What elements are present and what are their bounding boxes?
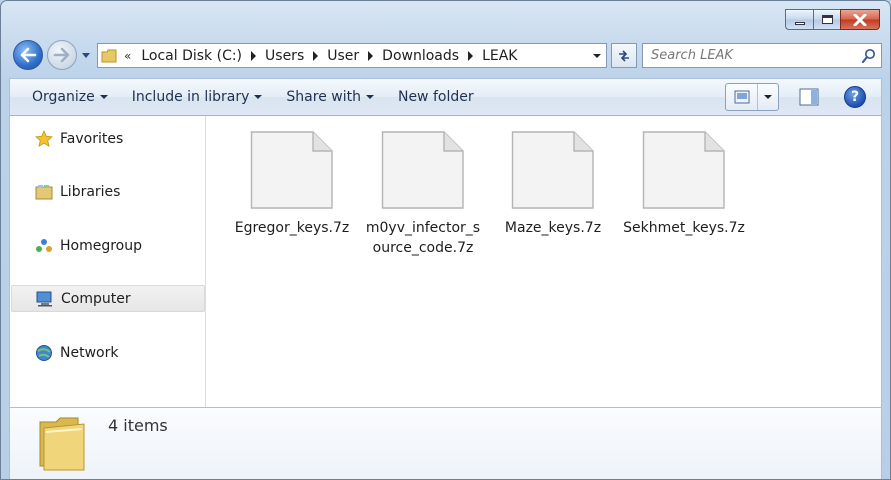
- new-folder-label: New folder: [397, 89, 474, 105]
- explorer-window: « Local Disk (C:) Users User Downloads L…: [0, 0, 891, 480]
- folder-icon: [98, 44, 120, 67]
- organize-label: Organize: [32, 89, 95, 105]
- breadcrumb-separator-icon[interactable]: [251, 50, 257, 61]
- breadcrumb-user[interactable]: User: [323, 48, 364, 64]
- preview-pane-button[interactable]: [798, 86, 820, 108]
- back-button[interactable]: [13, 40, 43, 70]
- view-icon[interactable]: [726, 84, 758, 110]
- nav-item-network[interactable]: Network: [11, 339, 205, 366]
- details-pane: 4 items: [9, 407, 882, 479]
- breadcrumb-separator-icon[interactable]: [368, 50, 374, 61]
- star-icon: [34, 129, 54, 149]
- breadcrumb-separator-icon[interactable]: [468, 50, 474, 61]
- file-name: Sekhmet_keys.7z: [623, 220, 745, 236]
- preview-pane-icon: [799, 88, 819, 106]
- forward-button[interactable]: [47, 40, 77, 70]
- chevron-down-icon: [254, 95, 263, 99]
- organize-menu[interactable]: Organize: [21, 83, 119, 111]
- nav-label-favorites: Favorites: [60, 130, 124, 147]
- breadcrumb-leak[interactable]: LEAK: [478, 48, 522, 64]
- command-bar: Organize Include in library Share with N…: [9, 78, 882, 116]
- libraries-icon: [34, 182, 54, 202]
- breadcrumb-overflow[interactable]: «: [120, 49, 137, 63]
- computer-icon: [35, 289, 55, 309]
- nav-item-favorites[interactable]: Favorites: [11, 125, 205, 152]
- refresh-icon: [619, 49, 629, 62]
- search-box[interactable]: [642, 43, 882, 68]
- file-list: Egregor_keys.7z m0yv_infector_source_cod…: [206, 116, 882, 407]
- chevron-down-icon: [593, 53, 601, 58]
- nav-label-network: Network: [60, 344, 119, 361]
- navigation-bar: « Local Disk (C:) Users User Downloads L…: [11, 39, 882, 71]
- include-in-library-menu[interactable]: Include in library: [121, 83, 274, 111]
- homegroup-icon: [34, 236, 54, 256]
- folder-icon: [39, 417, 85, 471]
- address-bar[interactable]: « Local Disk (C:) Users User Downloads L…: [97, 43, 607, 68]
- share-with-label: Share with: [286, 89, 361, 105]
- forward-arrow-icon: [53, 47, 70, 63]
- search-input[interactable]: [643, 45, 857, 66]
- recent-pages-button[interactable]: [81, 49, 91, 61]
- minimize-icon: [794, 22, 805, 25]
- file-icon: [642, 131, 725, 209]
- search-icon[interactable]: [857, 44, 881, 67]
- chevron-down-icon: [82, 53, 90, 58]
- new-folder-button[interactable]: New folder: [387, 83, 485, 111]
- include-in-library-label: Include in library: [131, 89, 250, 105]
- maximize-button[interactable]: [813, 9, 840, 30]
- file-icon: [250, 131, 333, 209]
- file-item[interactable]: m0yv_infector_source_code.7z: [358, 130, 488, 258]
- nav-label-homegroup: Homegroup: [60, 237, 143, 254]
- breadcrumb-separator-icon[interactable]: [313, 50, 319, 61]
- chevron-down-icon: [99, 95, 108, 99]
- file-icon: [381, 131, 464, 209]
- item-count: 4 items: [108, 416, 168, 435]
- back-arrow-icon: [20, 47, 37, 63]
- close-icon: [853, 13, 867, 26]
- nav-item-libraries[interactable]: Libraries: [11, 178, 205, 205]
- file-item[interactable]: Sekhmet_keys.7z: [619, 130, 749, 238]
- network-icon: [34, 343, 54, 363]
- file-item[interactable]: Egregor_keys.7z: [227, 130, 357, 238]
- chevron-down-icon: [764, 95, 772, 99]
- help-button[interactable]: ?: [844, 86, 866, 108]
- view-options-dropdown[interactable]: [758, 84, 778, 110]
- breadcrumb-users[interactable]: Users: [261, 48, 309, 64]
- breadcrumb-local-disk[interactable]: Local Disk (C:): [137, 48, 247, 64]
- close-button[interactable]: [840, 9, 880, 30]
- nav-item-computer[interactable]: Computer: [11, 285, 205, 312]
- navigation-pane: Favorites Libraries Homegroup Computer N…: [9, 116, 206, 407]
- address-dropdown-button[interactable]: [588, 44, 606, 67]
- nav-label-libraries: Libraries: [60, 183, 121, 200]
- nav-label-computer: Computer: [61, 290, 131, 307]
- change-view-button[interactable]: [725, 83, 779, 111]
- maximize-icon: [821, 15, 833, 24]
- breadcrumb-downloads[interactable]: Downloads: [378, 48, 464, 64]
- file-icon: [511, 131, 594, 209]
- share-with-menu[interactable]: Share with: [275, 83, 385, 111]
- file-name: m0yv_infector_source_code.7z: [365, 220, 481, 256]
- refresh-button[interactable]: [611, 43, 637, 68]
- chevron-down-icon: [365, 95, 374, 99]
- file-name: Egregor_keys.7z: [234, 220, 350, 236]
- file-name: Maze_keys.7z: [504, 220, 602, 236]
- nav-item-homegroup[interactable]: Homegroup: [11, 232, 205, 259]
- file-item[interactable]: Maze_keys.7z: [488, 130, 618, 238]
- window-controls: [785, 9, 880, 30]
- minimize-button[interactable]: [785, 9, 813, 30]
